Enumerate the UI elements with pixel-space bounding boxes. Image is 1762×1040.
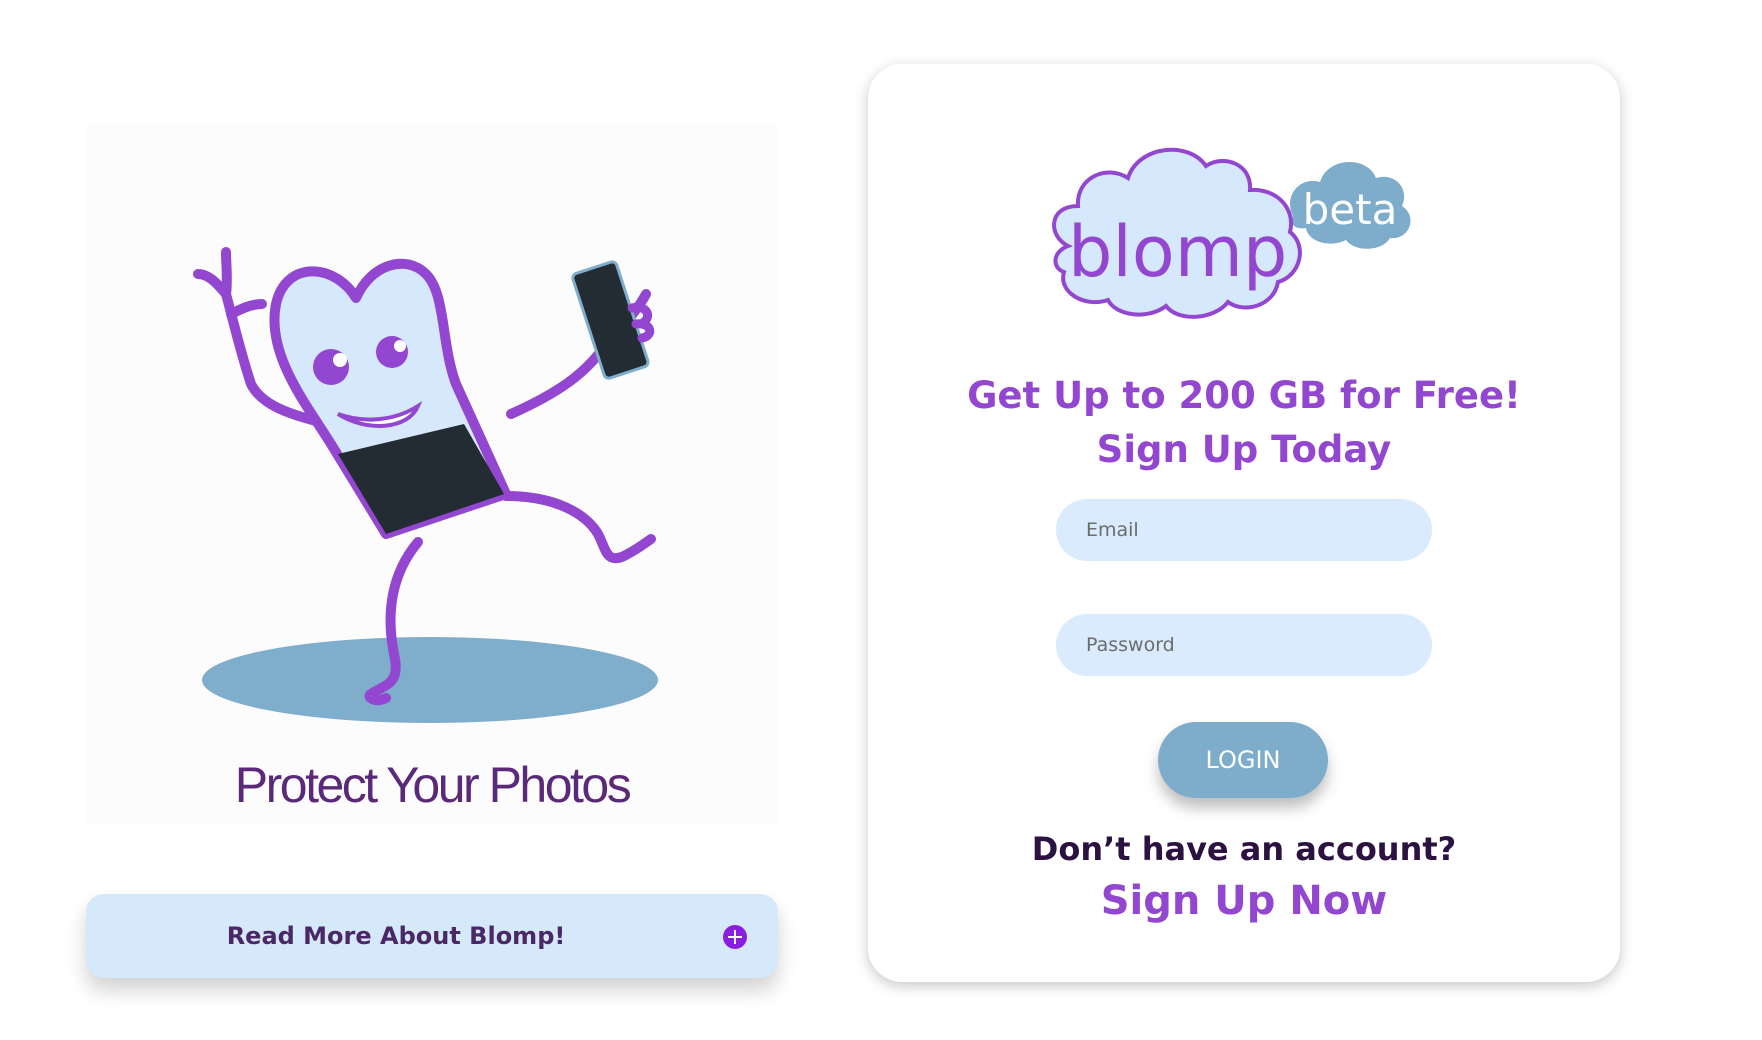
login-card: beta blomp Get Up to 200 GB for Free! Si… [868, 64, 1620, 982]
blomp-logo: beta blomp [1052, 147, 1411, 319]
no-account-text: Don’t have an account? [1031, 830, 1457, 868]
headline-signup: Sign Up Today [1096, 428, 1392, 471]
login-page: Protect Your Photos Read More About Blom… [0, 0, 1762, 1040]
read-more-button[interactable]: Read More About Blomp! [86, 894, 778, 978]
hero-panel: Protect Your Photos [86, 124, 778, 824]
mascot-illustration [193, 247, 658, 723]
hero-caption: Protect Your Photos [234, 757, 632, 813]
email-field[interactable] [1056, 499, 1432, 561]
read-more-label: Read More About Blomp! [226, 922, 566, 950]
password-field[interactable] [1056, 614, 1432, 676]
logo-wordmark: blomp [1068, 211, 1287, 293]
ground-shadow [202, 637, 658, 723]
logo-badge: beta [1303, 185, 1398, 234]
sign-up-link[interactable]: Sign Up Now [868, 878, 1620, 924]
headline-offer: Get Up to 200 GB for Free! [967, 374, 1521, 417]
plus-circle-icon[interactable] [723, 925, 747, 949]
login-button[interactable]: LOGIN [1158, 722, 1328, 798]
